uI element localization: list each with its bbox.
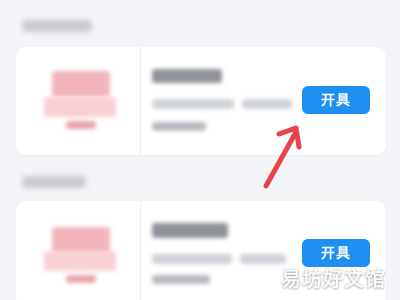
pointer-arrow-icon (263, 125, 302, 189)
issue-button-label: 开具 (321, 93, 351, 109)
card-thumbnail (38, 215, 124, 289)
thumbnail-shape (44, 251, 116, 271)
card-thumbnail (38, 63, 124, 137)
card-meta-placeholder (152, 275, 210, 284)
issue-button-label: 开具 (321, 246, 351, 262)
section-header-2 (22, 176, 86, 188)
thumbnail-shape (52, 71, 110, 97)
card-divider (140, 47, 141, 155)
card-divider (140, 201, 141, 300)
card-detail-placeholder (152, 254, 232, 264)
thumbnail-shape (66, 121, 96, 129)
card-meta-placeholder (152, 122, 206, 131)
screen: 开具 开具 易坊好文馆 (0, 0, 400, 300)
card-detail-placeholder (152, 99, 234, 109)
card-detail-placeholder (240, 254, 286, 264)
thumbnail-shape (52, 227, 110, 253)
invoice-card-1: 开具 (16, 47, 386, 155)
thumbnail-shape (66, 275, 96, 283)
thumbnail-shape (44, 97, 116, 117)
card-detail-placeholder (242, 99, 292, 109)
watermark: 易坊好文馆 (281, 267, 386, 291)
card-title-placeholder (152, 69, 222, 83)
issue-button[interactable]: 开具 (302, 86, 370, 114)
section-header-1 (22, 20, 92, 32)
card-title-placeholder (152, 223, 228, 238)
